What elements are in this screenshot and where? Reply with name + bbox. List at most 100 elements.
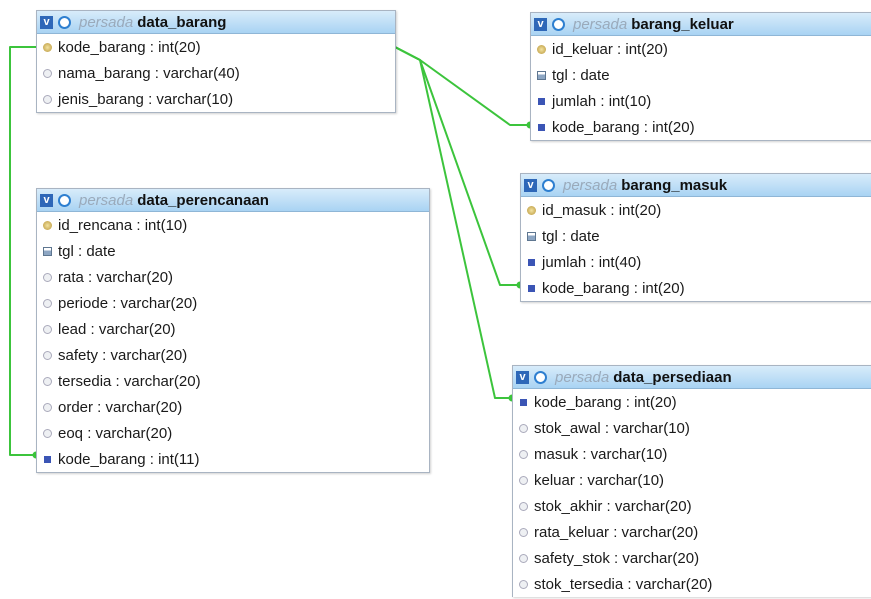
table-header[interactable]: v persada data_persediaan — [513, 366, 871, 389]
column-label: tgl : date — [552, 66, 610, 84]
column-row[interactable]: masuk : varchar(10) — [513, 441, 871, 467]
column-label: jenis_barang : varchar(10) — [58, 90, 234, 108]
column-row[interactable]: safety : varchar(20) — [37, 342, 429, 368]
column-label: stok_akhir : varchar(20) — [534, 497, 692, 515]
column-icon — [519, 579, 528, 589]
column-label: lead : varchar(20) — [58, 320, 176, 338]
table-header[interactable]: v persada data_perencanaan — [37, 189, 429, 212]
column-row[interactable]: eoq : varchar(20) — [37, 420, 429, 446]
table-name: data_barang — [137, 13, 227, 31]
column-row[interactable]: jumlah : int(40) — [521, 249, 871, 275]
column-icon — [43, 350, 52, 360]
column-row[interactable]: safety_stok : varchar(20) — [513, 545, 871, 571]
column-icon — [43, 428, 52, 438]
column-label: nama_barang : varchar(40) — [58, 64, 240, 82]
table-barang_keluar[interactable]: v persada barang_keluar id_keluar : int(… — [530, 12, 871, 141]
show-icon[interactable] — [58, 15, 71, 29]
show-icon[interactable] — [542, 178, 555, 192]
column-label: masuk : varchar(10) — [534, 445, 668, 463]
column-row[interactable]: kode_barang : int(20) — [513, 389, 871, 415]
key-icon — [43, 220, 52, 230]
table-header[interactable]: v persada barang_keluar — [531, 13, 871, 36]
number-icon — [538, 123, 545, 131]
column-icon — [519, 501, 528, 511]
column-row[interactable]: tgl : date — [521, 223, 871, 249]
column-icon — [43, 68, 52, 78]
column-label: keluar : varchar(10) — [534, 471, 665, 489]
table-header[interactable]: v persada data_barang — [37, 11, 395, 34]
number-icon — [538, 97, 545, 105]
column-row[interactable]: jumlah : int(10) — [531, 88, 871, 114]
column-label: tgl : date — [58, 242, 116, 260]
column-label: safety_stok : varchar(20) — [534, 549, 700, 567]
date-icon — [537, 70, 546, 80]
column-label: periode : varchar(20) — [58, 294, 198, 312]
relation-line-perencanaan — [9, 46, 36, 456]
toggle-button[interactable]: v — [40, 193, 53, 207]
column-row[interactable]: order : varchar(20) — [37, 394, 429, 420]
column-row[interactable]: kode_barang : int(20) — [521, 275, 871, 301]
column-row[interactable]: id_rencana : int(10) — [37, 212, 429, 238]
show-icon[interactable] — [58, 193, 71, 207]
column-label: id_keluar : int(20) — [552, 40, 668, 58]
column-icon — [43, 272, 52, 282]
number-icon — [528, 258, 535, 266]
column-icon — [519, 527, 528, 537]
column-row[interactable]: stok_akhir : varchar(20) — [513, 493, 871, 519]
key-icon — [537, 44, 546, 54]
database-name: persada — [555, 368, 610, 386]
show-icon[interactable] — [552, 17, 565, 31]
column-row[interactable]: stok_awal : varchar(10) — [513, 415, 871, 441]
column-label: kode_barang : int(20) — [542, 279, 685, 297]
table-header[interactable]: v persada barang_masuk — [521, 174, 871, 197]
date-icon — [43, 246, 52, 256]
column-row[interactable]: stok_tersedia : varchar(20) — [513, 571, 871, 597]
table-data_perencanaan[interactable]: v persada data_perencanaan id_rencana : … — [36, 188, 430, 473]
column-label: kode_barang : int(20) — [534, 393, 677, 411]
column-row[interactable]: tgl : date — [37, 238, 429, 264]
toggle-button[interactable]: v — [40, 15, 53, 29]
column-row[interactable]: id_masuk : int(20) — [521, 197, 871, 223]
column-row[interactable]: keluar : varchar(10) — [513, 467, 871, 493]
column-row[interactable]: periode : varchar(20) — [37, 290, 429, 316]
column-icon — [43, 94, 52, 104]
column-icon — [519, 475, 528, 485]
column-row[interactable]: kode_barang : int(20) — [37, 34, 395, 60]
column-label: rata : varchar(20) — [58, 268, 174, 286]
database-name: persada — [563, 176, 618, 194]
column-row[interactable]: kode_barang : int(20) — [531, 114, 871, 140]
table-name: barang_masuk — [621, 176, 728, 194]
column-icon — [43, 298, 52, 308]
table-barang_masuk[interactable]: v persada barang_masuk id_masuk : int(20… — [520, 173, 871, 302]
toggle-button[interactable]: v — [524, 178, 537, 192]
column-row[interactable]: nama_barang : varchar(40) — [37, 60, 395, 86]
column-row[interactable]: kode_barang : int(11) — [37, 446, 429, 472]
show-icon[interactable] — [534, 370, 547, 384]
column-label: eoq : varchar(20) — [58, 424, 173, 442]
column-label: tersedia : varchar(20) — [58, 372, 201, 390]
column-icon — [519, 423, 528, 433]
column-label: id_masuk : int(20) — [542, 201, 662, 219]
column-label: stok_awal : varchar(10) — [534, 419, 690, 437]
database-name: persada — [79, 191, 134, 209]
column-label: stok_tersedia : varchar(20) — [534, 575, 713, 593]
table-name: barang_keluar — [631, 15, 734, 33]
number-icon — [520, 398, 527, 406]
column-row[interactable]: id_keluar : int(20) — [531, 36, 871, 62]
table-data_barang[interactable]: v persada data_barang kode_barang : int(… — [36, 10, 396, 113]
toggle-button[interactable]: v — [534, 17, 547, 31]
column-row[interactable]: jenis_barang : varchar(10) — [37, 86, 395, 112]
column-label: id_rencana : int(10) — [58, 216, 188, 234]
column-row[interactable]: tgl : date — [531, 62, 871, 88]
column-icon — [43, 402, 52, 412]
column-label: rata_keluar : varchar(20) — [534, 523, 699, 541]
column-label: tgl : date — [542, 227, 600, 245]
column-row[interactable]: lead : varchar(20) — [37, 316, 429, 342]
column-row[interactable]: rata_keluar : varchar(20) — [513, 519, 871, 545]
column-icon — [43, 376, 52, 386]
column-row[interactable]: tersedia : varchar(20) — [37, 368, 429, 394]
toggle-button[interactable]: v — [516, 370, 529, 384]
table-data_persediaan[interactable]: v persada data_persediaan kode_barang : … — [512, 365, 871, 597]
column-row[interactable]: rata : varchar(20) — [37, 264, 429, 290]
column-label: jumlah : int(40) — [542, 253, 642, 271]
